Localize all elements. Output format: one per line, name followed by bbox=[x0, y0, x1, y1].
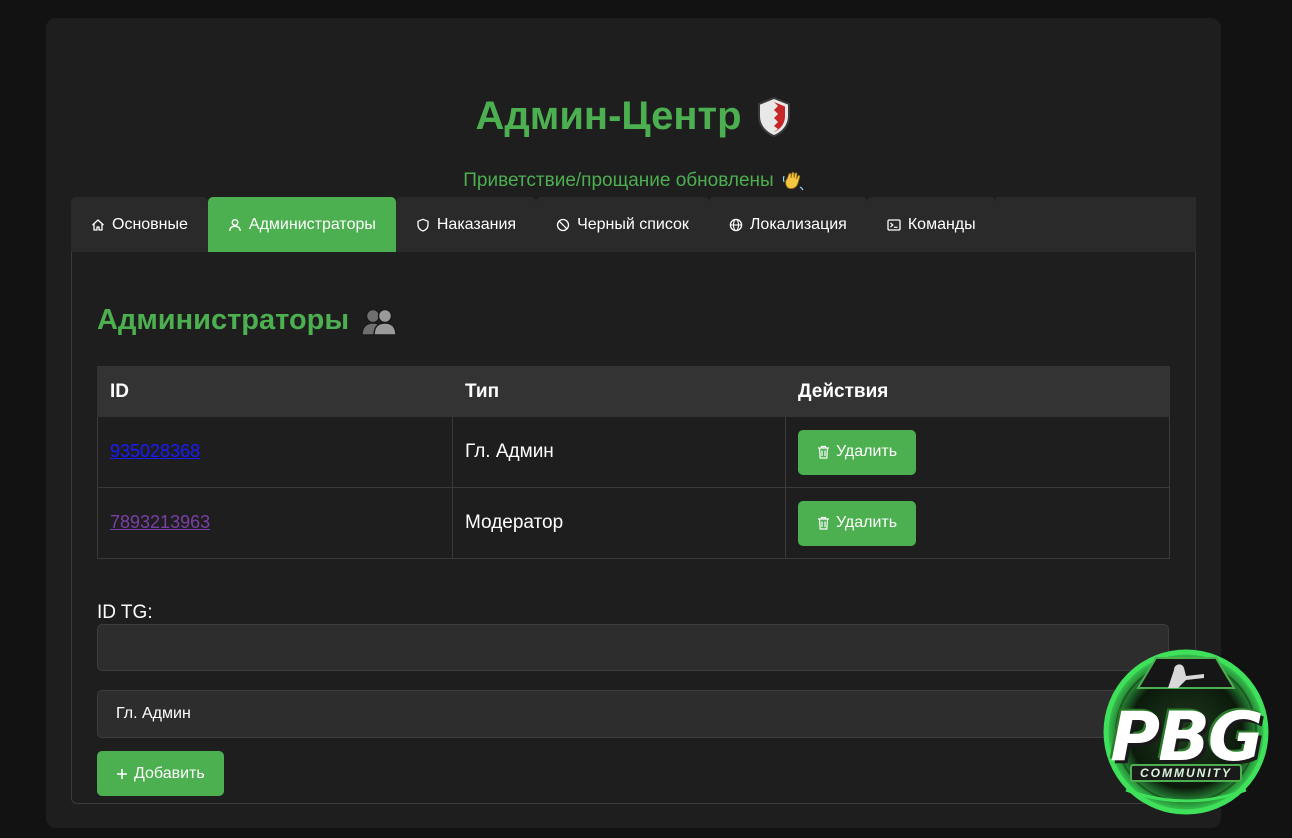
admin-panel: Админ-Центр Приветствие/прощание обновле… bbox=[46, 18, 1221, 828]
delete-admin-button[interactable]: Удалить bbox=[798, 500, 917, 546]
trash-icon bbox=[818, 516, 829, 530]
table-header-row: ID Тип Действия bbox=[97, 366, 1170, 417]
user-icon bbox=[229, 218, 241, 231]
tab-commands[interactable]: Команды bbox=[866, 197, 996, 252]
trash-icon bbox=[818, 445, 829, 459]
admin-id-link[interactable]: 7893213963 bbox=[110, 512, 210, 532]
tab-main[interactable]: Основные bbox=[71, 197, 208, 252]
table-row: 7893213963 Модератор Удалить bbox=[97, 487, 1170, 559]
tab-main-label: Основные bbox=[112, 215, 188, 233]
role-select-value: Гл. Админ bbox=[116, 705, 191, 722]
admin-type-cell: Модератор bbox=[452, 487, 786, 559]
tab-administrators-label: Администраторы bbox=[248, 215, 376, 233]
tab-bar: Основные Администраторы Наказания Черный… bbox=[71, 197, 1196, 252]
delete-admin-button[interactable]: Удалить bbox=[798, 429, 917, 475]
status-notice: Приветствие/прощание обновлены bbox=[46, 170, 1221, 192]
tab-bar-filler bbox=[995, 197, 1196, 252]
shield-badge-icon bbox=[757, 96, 790, 137]
column-header-id: ID bbox=[97, 366, 453, 417]
delete-admin-button-label: Удалить bbox=[836, 514, 898, 531]
delete-admin-button-label: Удалить bbox=[836, 443, 898, 460]
tab-punishments-label: Наказания bbox=[436, 215, 517, 233]
admin-type-cell: Гл. Админ bbox=[452, 416, 786, 488]
admin-actions-cell: Удалить bbox=[785, 416, 1170, 488]
column-header-actions: Действия bbox=[785, 366, 1170, 417]
logo-subtitle: COMMUNITY bbox=[1130, 764, 1242, 782]
admin-id-link[interactable]: 935028368 bbox=[110, 441, 200, 461]
administrators-table: ID Тип Действия 935028368 Гл. Админ Удал… bbox=[97, 366, 1170, 559]
admin-actions-cell: Удалить bbox=[785, 487, 1170, 559]
section-title: Администраторы bbox=[97, 304, 397, 337]
globe-icon bbox=[729, 218, 743, 231]
tab-administrators[interactable]: Администраторы bbox=[207, 197, 396, 252]
tab-localization-label: Локализация bbox=[749, 215, 847, 233]
column-header-type: Тип bbox=[452, 366, 786, 417]
id-tg-input[interactable] bbox=[97, 624, 1169, 671]
admin-id-cell: 7893213963 bbox=[97, 487, 453, 559]
page-title-text: Админ-Центр bbox=[475, 94, 742, 138]
tab-punishments[interactable]: Наказания bbox=[395, 197, 537, 252]
people-icon bbox=[361, 308, 397, 336]
tab-commands-label: Команды bbox=[907, 215, 976, 233]
plus-icon bbox=[117, 768, 127, 779]
add-admin-button[interactable]: Добавить bbox=[97, 751, 224, 796]
tab-localization[interactable]: Локализация bbox=[708, 197, 867, 252]
tab-blacklist[interactable]: Черный список bbox=[536, 197, 709, 252]
ban-icon bbox=[556, 218, 570, 231]
role-select[interactable]: Гл. Админ bbox=[97, 690, 1169, 738]
table-row: 935028368 Гл. Админ Удалить bbox=[97, 416, 1170, 488]
tab-blacklist-label: Черный список bbox=[577, 215, 689, 233]
section-title-text: Администраторы bbox=[97, 304, 350, 336]
home-icon bbox=[92, 218, 104, 231]
waving-hand-icon bbox=[782, 171, 804, 191]
administrators-tab-content: Администраторы ID Тип Действия 935028368… bbox=[71, 252, 1196, 804]
terminal-icon bbox=[887, 218, 901, 231]
id-tg-label: ID TG: bbox=[97, 602, 153, 623]
page-title: Админ-Центр bbox=[46, 94, 1221, 139]
admin-id-cell: 935028368 bbox=[97, 416, 453, 488]
pbg-community-logo: PBG COMMUNITY bbox=[1086, 640, 1286, 815]
status-notice-text: Приветствие/прощание обновлены bbox=[463, 170, 774, 191]
shield-icon bbox=[417, 218, 429, 232]
add-admin-button-label: Добавить bbox=[134, 764, 205, 782]
